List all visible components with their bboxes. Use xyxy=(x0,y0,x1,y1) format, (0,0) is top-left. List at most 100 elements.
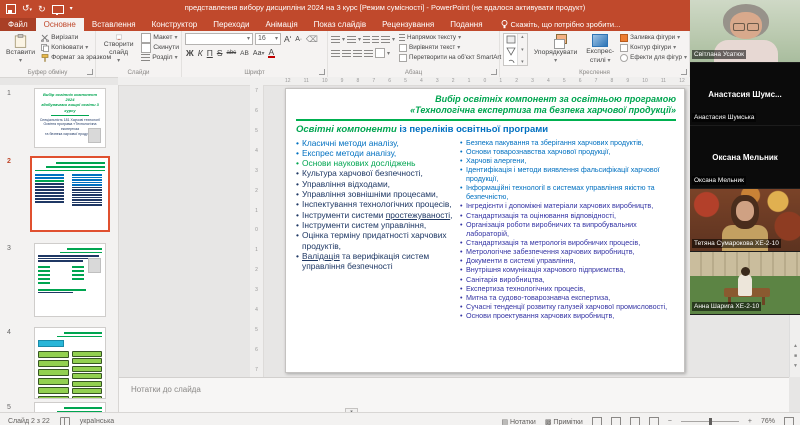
slide-canvas[interactable]: Вибір освітніх компонент за освітньою пр… xyxy=(285,88,685,373)
bullet-item[interactable]: • Інгредієнти і допоміжні матеріали харчо… xyxy=(460,201,676,210)
next-slide-button[interactable]: ▼ xyxy=(791,363,800,370)
notes-toggle-button[interactable]: ▤ Нотатки xyxy=(501,418,535,425)
bullet-item[interactable]: • Експертиза технологічних процесів, xyxy=(460,284,676,293)
tab-Переходи[interactable]: Переходи xyxy=(205,18,257,31)
zoom-in-button[interactable]: + xyxy=(748,418,752,425)
underline-button[interactable]: П xyxy=(206,48,214,58)
slide-thumbnail-2[interactable] xyxy=(30,156,110,232)
font-size-combo[interactable]: 16 ▾ xyxy=(255,33,281,45)
tab-Анімація[interactable]: Анімація xyxy=(257,18,305,31)
grow-font-button[interactable]: Аʹ xyxy=(283,34,292,44)
convert-smartart-button[interactable]: Перетворити на об'єкт SmartArt▾ xyxy=(399,53,506,62)
bullet-item[interactable]: • Організація роботи виробничих та випроб… xyxy=(460,220,676,238)
font-dialog-launcher[interactable] xyxy=(319,69,325,75)
bullet-item[interactable]: • Експрес методи аналізу, xyxy=(296,148,454,158)
redo-icon[interactable]: ↻ xyxy=(38,2,46,16)
zoom-level[interactable]: 76% xyxy=(761,418,775,425)
bullet-item[interactable]: • Класичні методи аналізу, xyxy=(296,138,454,148)
quick-styles-button[interactable]: Експрес- стилі ▾ xyxy=(583,33,617,66)
tab-Вставлення[interactable]: Вставлення xyxy=(84,18,144,31)
bullet-item[interactable]: • Інструменти системи простежуваності, xyxy=(296,210,454,220)
change-case-button[interactable]: Аа▾ xyxy=(252,50,266,57)
bullet-item[interactable]: • Валідація та верифікація систем управлі… xyxy=(296,251,454,272)
spellcheck-icon[interactable] xyxy=(59,417,70,425)
save-icon[interactable] xyxy=(6,4,16,14)
participant-tile[interactable]: Анна Шарига ХЕ-2-10 xyxy=(690,252,800,315)
shape-outline-button[interactable]: Контур фігури ▾ xyxy=(620,43,687,52)
slide-thumbnail-1[interactable]: Вибір освітніх компонент 2024 здобувачами… xyxy=(34,88,106,148)
tab-Основне[interactable]: Основне xyxy=(35,18,84,31)
reset-button[interactable]: Скинути xyxy=(141,42,179,53)
slide-right-column[interactable]: • Безпека пакування та зберігання харчови… xyxy=(454,138,676,321)
slide-sorter-view-icon[interactable] xyxy=(610,417,621,425)
bullet-item[interactable]: • Документи в системі управління, xyxy=(460,256,676,265)
strikethrough-button[interactable]: S xyxy=(216,48,224,58)
slide-thumbnail-4[interactable] xyxy=(34,327,106,399)
bullet-item[interactable]: • Санітарія виробництва, xyxy=(460,275,676,284)
arrange-button[interactable]: Упорядкувати ▾ xyxy=(531,33,580,66)
shapes-scroll-up-icon[interactable]: ▴ xyxy=(521,34,524,40)
bullet-item[interactable]: • Інформаційні технології в системах упра… xyxy=(460,183,676,201)
comments-toggle-button[interactable]: ▩ Примітки xyxy=(545,418,583,425)
slide-left-column[interactable]: • Класичні методи аналізу, • Експрес методи… xyxy=(296,138,454,321)
paste-button[interactable]: Вставити ▾ xyxy=(3,33,38,66)
slideshow-view-icon[interactable] xyxy=(648,417,659,425)
fit-slide-icon[interactable] xyxy=(784,417,794,425)
slide-title[interactable]: Вибір освітніх компонент за освітньою пр… xyxy=(296,94,676,117)
tell-me-box[interactable]: Скажіть, що потрібно зробити... xyxy=(501,18,620,31)
bullet-item[interactable]: • Харчові алергени, xyxy=(460,156,676,165)
tab-Конструктор[interactable]: Конструктор xyxy=(144,18,206,31)
drawing-dialog-launcher[interactable] xyxy=(681,69,687,75)
slide-thumbnail-3[interactable] xyxy=(34,243,106,317)
bullet-item[interactable]: • Культура харчової безпечності, xyxy=(296,168,454,178)
increase-indent-icon[interactable] xyxy=(372,35,380,43)
justify-icon[interactable] xyxy=(364,49,373,57)
layout-button[interactable]: Макет ▾ xyxy=(141,32,179,43)
bullet-item[interactable]: • Оцінка терміну придатності харчових про… xyxy=(296,230,454,251)
italic-button[interactable]: К xyxy=(197,48,204,58)
bullet-item[interactable]: • Стандартизація та оцінювання відповідно… xyxy=(460,211,676,220)
tab-Файл[interactable]: Файл xyxy=(0,18,36,31)
bullet-item[interactable]: • Основи наукових досліджень xyxy=(296,158,454,168)
shapes-gallery-scroll[interactable]: ▴ ▾ ▾ xyxy=(516,34,527,65)
reading-view-icon[interactable] xyxy=(629,417,640,425)
numbering-icon[interactable] xyxy=(347,35,357,43)
bullet-item[interactable]: • Стандартизація та метрологія виробничих… xyxy=(460,238,676,247)
notes-pane[interactable]: Нотатки до слайда xyxy=(119,377,789,412)
bullet-item[interactable]: • Сучасні тенденції розвитку галузей харч… xyxy=(460,302,676,311)
shadow-button[interactable]: abc xyxy=(225,50,237,56)
shape-effects-button[interactable]: Ефекти для фігур ▾ xyxy=(620,53,687,62)
vertical-ruler[interactable]: 7 6 5 4 3 2 1 0 1 2 3 4 5 6 7 xyxy=(250,85,264,377)
bullet-item[interactable]: • Метрологічне забезпечення харчових виро… xyxy=(460,247,676,256)
paragraph-dialog-launcher[interactable] xyxy=(491,69,497,75)
columns-icon[interactable] xyxy=(375,48,385,58)
bullet-item[interactable]: • Основи проектування харчових виробництв… xyxy=(460,311,676,320)
tab-Показ слайдів[interactable]: Показ слайдів xyxy=(306,18,374,31)
participant-tile[interactable]: Світлана Усатюк xyxy=(690,0,800,63)
font-name-combo[interactable]: ▾ xyxy=(185,33,253,45)
horizontal-ruler[interactable]: 12 11 10 9 8 7 6 5 4 3 2 1 0 1 2 3 4 5 6 7 8 9 10 11 12 xyxy=(118,77,788,86)
shape-fill-button[interactable]: Заливка фігури ▾ xyxy=(620,33,687,42)
font-color-button[interactable]: А xyxy=(267,48,276,58)
bullet-item[interactable]: • Інструменти систем управління, xyxy=(296,220,454,230)
tab-Подання[interactable]: Подання xyxy=(442,18,490,31)
text-direction-button[interactable]: Напрямок тексту ▾ xyxy=(399,33,506,42)
shapes-more-icon[interactable]: ▾ xyxy=(521,59,524,65)
bullet-item[interactable]: • Митна та судово-товарознавча експертиза… xyxy=(460,293,676,302)
bullets-icon[interactable] xyxy=(331,35,340,43)
start-slideshow-icon[interactable] xyxy=(51,4,64,15)
tab-Рецензування[interactable]: Рецензування xyxy=(374,18,442,31)
bold-button[interactable]: Ж xyxy=(185,48,195,58)
bullet-item[interactable]: • Управління зовнішніми процесами, xyxy=(296,189,454,199)
character-spacing-button[interactable]: АВ xyxy=(239,50,250,57)
decrease-indent-icon[interactable] xyxy=(363,35,371,43)
qat-customize-icon[interactable]: ▾ xyxy=(70,2,73,16)
bullet-item[interactable]: • Управління відходами, xyxy=(296,179,454,189)
slide-subtitle[interactable]: Освітні компоненти із переліків освітньо… xyxy=(296,124,676,135)
clipboard-dialog-launcher[interactable] xyxy=(87,69,93,75)
zoom-slider[interactable] xyxy=(680,418,739,425)
participant-tile[interactable]: Анастасия Шумс... Анастасия Шумська xyxy=(690,63,800,126)
participant-tile[interactable]: Тетяна Сумарокова ХЕ-2-10 xyxy=(690,189,800,252)
undo-icon[interactable]: ↺▾ xyxy=(22,1,32,17)
bullet-item[interactable]: • Безпека пакування та зберігання харчови… xyxy=(460,138,676,147)
